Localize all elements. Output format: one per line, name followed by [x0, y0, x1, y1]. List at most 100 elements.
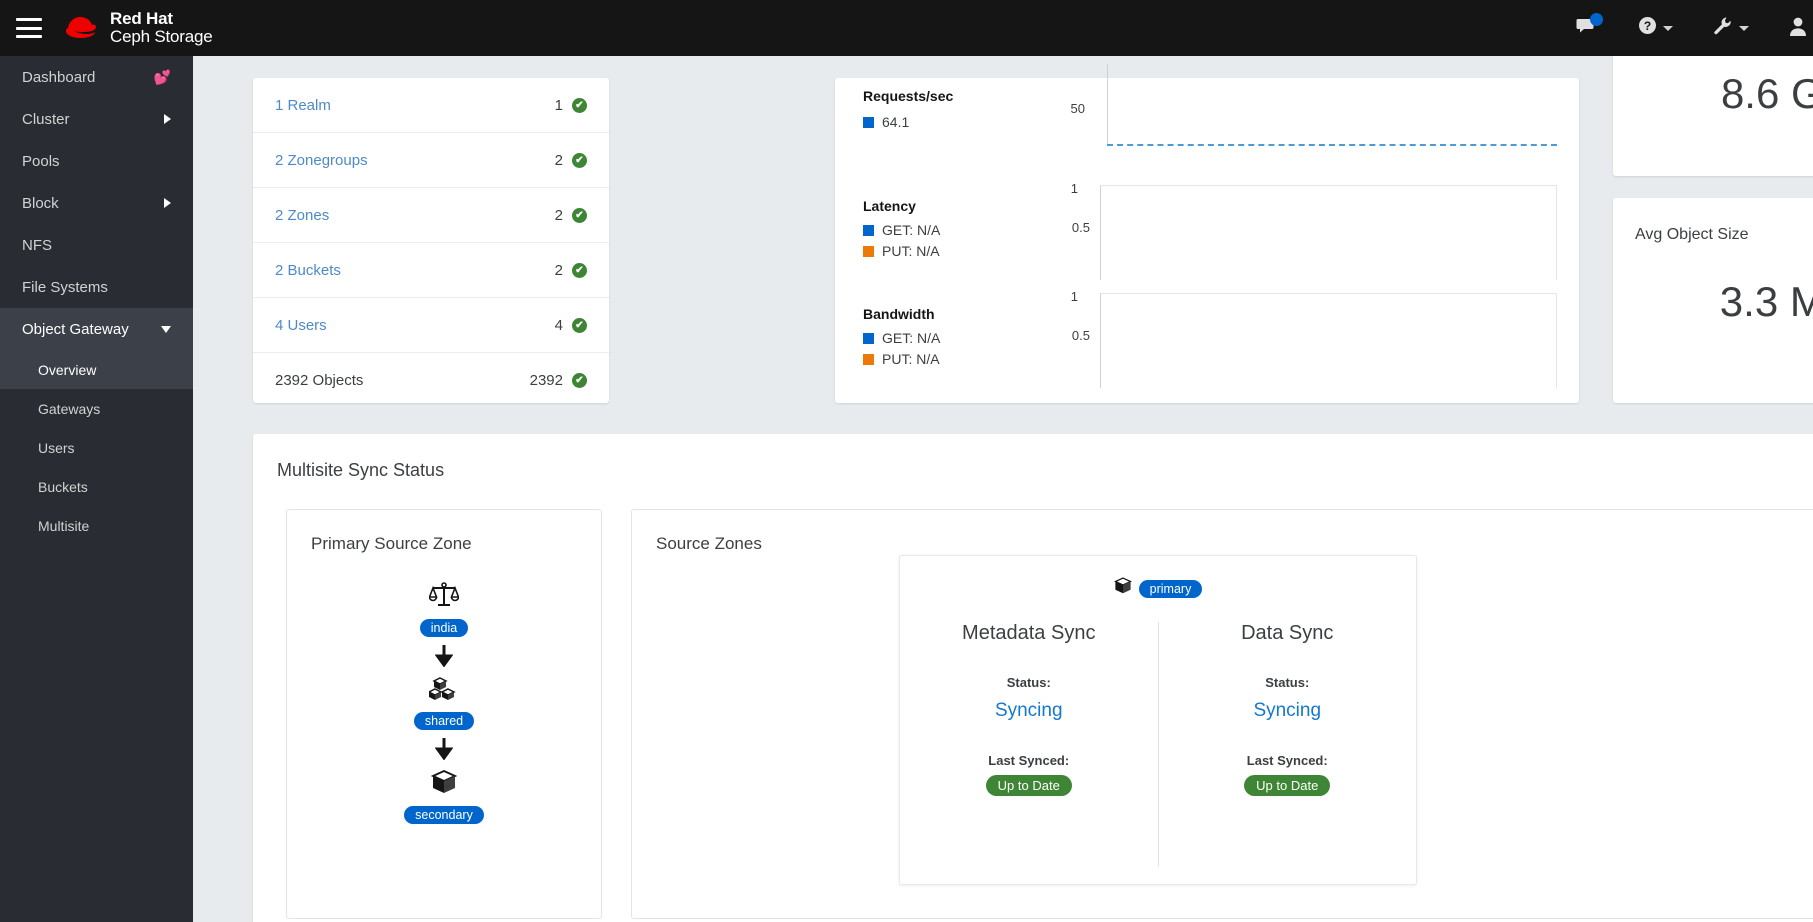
source-zone-name-pill: primary — [1138, 579, 1203, 598]
chart-series-line — [1107, 144, 1557, 146]
y-axis-tick: 50 — [1070, 101, 1085, 116]
status-label: Status: — [1265, 675, 1310, 690]
chart-plot-area — [1100, 293, 1557, 388]
sidebar-item-pools[interactable]: Pools — [0, 140, 193, 182]
used-capacity-tile: 8.6 GiB — [1613, 56, 1813, 176]
requests-per-sec-chart: Requests/sec 64.1 50 — [835, 64, 1579, 188]
sidebar-item-overview[interactable]: Overview — [0, 350, 193, 389]
boxes-stack-icon — [427, 677, 459, 706]
table-row[interactable]: 2 Zonegroups 2 ✔ — [253, 133, 609, 188]
sidebar-item-multisite[interactable]: Multisite — [0, 506, 193, 545]
sidebar-item-dashboard[interactable]: Dashboard 💕 — [0, 56, 193, 98]
table-row: 2392 Objects 2392 ✔ — [253, 353, 609, 408]
scale-balance-icon — [428, 582, 460, 613]
multisite-sync-status-card: Multisite Sync Status Primary Source Zon… — [253, 434, 1813, 922]
sidebar-item-cluster[interactable]: Cluster — [0, 98, 193, 140]
sidebar-item-users[interactable]: Users — [0, 428, 193, 467]
primary-source-zone-panel: Primary Source Zone india shared seconda… — [286, 509, 602, 919]
status-badge: ✔ — [572, 152, 587, 168]
page-title: Multisite Sync Status — [277, 460, 445, 480]
arrow-down-icon — [434, 645, 454, 671]
zonegroups-count: 2 — [554, 151, 563, 169]
chart-legend: 64.1 — [863, 112, 909, 133]
chevron-down-icon — [161, 325, 171, 333]
sidebar-item-nfs[interactable]: NFS — [0, 224, 193, 266]
cube-icon — [1113, 577, 1132, 600]
source-zone-header: primary — [900, 556, 1416, 600]
brand-line-2: Ceph Storage — [110, 27, 213, 46]
page-scrollbar[interactable] — [1809, 56, 1813, 922]
source-zones-panel: Source Zones primary Metadata Sync Statu… — [631, 509, 1813, 919]
legend-swatch-icon — [863, 117, 874, 128]
sync-column-title: Metadata Sync — [962, 622, 1096, 644]
sidebar-item-buckets[interactable]: Buckets — [0, 467, 193, 506]
chevron-right-icon — [164, 114, 171, 124]
metadata-sync-column: Metadata Sync Status: Syncing Last Synce… — [900, 622, 1158, 867]
users-count: 4 — [554, 316, 563, 334]
red-hat-logo-icon — [58, 13, 100, 43]
realm-link[interactable]: 1 Realm — [275, 97, 555, 114]
objects-label: 2392 Objects — [275, 372, 364, 389]
y-axis-tick: 1 — [1070, 289, 1078, 304]
legend-label: PUT: N/A — [882, 351, 940, 367]
sidebar-item-block[interactable]: Block — [0, 182, 193, 224]
sync-columns: Metadata Sync Status: Syncing Last Synce… — [900, 622, 1416, 867]
status-badge: Up to Date — [985, 775, 1072, 796]
hamburger-menu-icon[interactable] — [16, 18, 42, 38]
legend-swatch-icon — [863, 333, 874, 344]
table-row[interactable]: 2 Buckets 2 ✔ — [253, 243, 609, 298]
zone-hierarchy-flow: india shared secondary — [287, 582, 601, 824]
legend-swatch-icon — [863, 246, 874, 257]
avg-object-size-label: Avg Object Size — [1635, 226, 1749, 243]
zones-count: 2 — [554, 206, 563, 224]
users-link[interactable]: 4 Users — [275, 317, 555, 334]
zone-pill: secondary — [404, 806, 484, 824]
chart-legend: GET: N/A PUT: N/A — [863, 328, 940, 370]
sidebar-subitem-label: Users — [38, 439, 75, 456]
sidebar-item-file-systems[interactable]: File Systems — [0, 266, 193, 308]
table-row[interactable]: 1 Realm 1 ✔ — [253, 78, 609, 133]
help-question-icon: ? — [1638, 16, 1657, 40]
main-content: 1 Realm 1 ✔ 2 Zonegroups 2 ✔ 2 Zones 2 ✔… — [193, 56, 1813, 922]
chart-title: Bandwidth — [863, 306, 935, 322]
sync-column-title: Data Sync — [1241, 622, 1334, 644]
y-axis-tick: 0.5 — [1071, 328, 1090, 343]
chart-plot-area — [1100, 185, 1557, 280]
sidebar-item-label: Object Gateway — [22, 320, 129, 338]
buckets-count: 2 — [554, 261, 563, 279]
chart-title: Latency — [863, 198, 916, 214]
buckets-link[interactable]: 2 Buckets — [275, 262, 555, 279]
wrench-icon — [1713, 16, 1733, 41]
table-row[interactable]: 2 Zones 2 ✔ — [253, 188, 609, 243]
zonegroups-link[interactable]: 2 Zonegroups — [275, 152, 555, 169]
brand-line-1: Red Hat — [110, 8, 173, 28]
zones-link[interactable]: 2 Zones — [275, 207, 555, 224]
gateway-counts-card: 1 Realm 1 ✔ 2 Zonegroups 2 ✔ 2 Zones 2 ✔… — [253, 78, 609, 403]
status-badge: ✔ — [572, 97, 587, 113]
table-row[interactable]: 4 Users 4 ✔ — [253, 298, 609, 353]
y-axis-tick: 1 — [1070, 181, 1078, 196]
status-label: Status: — [1006, 675, 1051, 690]
svg-text:?: ? — [1644, 19, 1651, 33]
sidebar-subitem-label: Overview — [38, 361, 97, 378]
source-zones-title: Source Zones — [656, 534, 762, 553]
legend-swatch-icon — [863, 225, 874, 236]
sidebar-item-gateways[interactable]: Gateways — [0, 389, 193, 428]
chat-notification-icon — [1576, 12, 1603, 41]
sidebar-item-object-gateway[interactable]: Object Gateway — [0, 308, 193, 350]
chevron-down-icon — [1739, 25, 1749, 31]
bandwidth-chart: Bandwidth GET: N/A PUT: N/A 1 0.5 — [835, 289, 1579, 404]
used-capacity-value: 8.6 GiB — [1720, 70, 1813, 117]
realm-count: 1 — [554, 96, 563, 114]
user-menu-button[interactable] — [1769, 0, 1813, 56]
realm-pill: india — [419, 619, 469, 637]
brand-logo[interactable]: Red Hat Ceph Storage — [58, 8, 213, 47]
chart-title: Requests/sec — [863, 88, 954, 104]
help-menu-button[interactable]: ? — [1618, 0, 1693, 56]
sidebar-subitem-label: Gateways — [38, 400, 101, 417]
sidebar-item-label: Cluster — [22, 110, 70, 128]
legend-label: GET: N/A — [882, 222, 941, 238]
avg-object-size-tile: Avg Object Size 3.3 MiB — [1613, 198, 1813, 403]
notifications-button[interactable] — [1556, 0, 1618, 56]
tools-menu-button[interactable] — [1693, 0, 1769, 56]
